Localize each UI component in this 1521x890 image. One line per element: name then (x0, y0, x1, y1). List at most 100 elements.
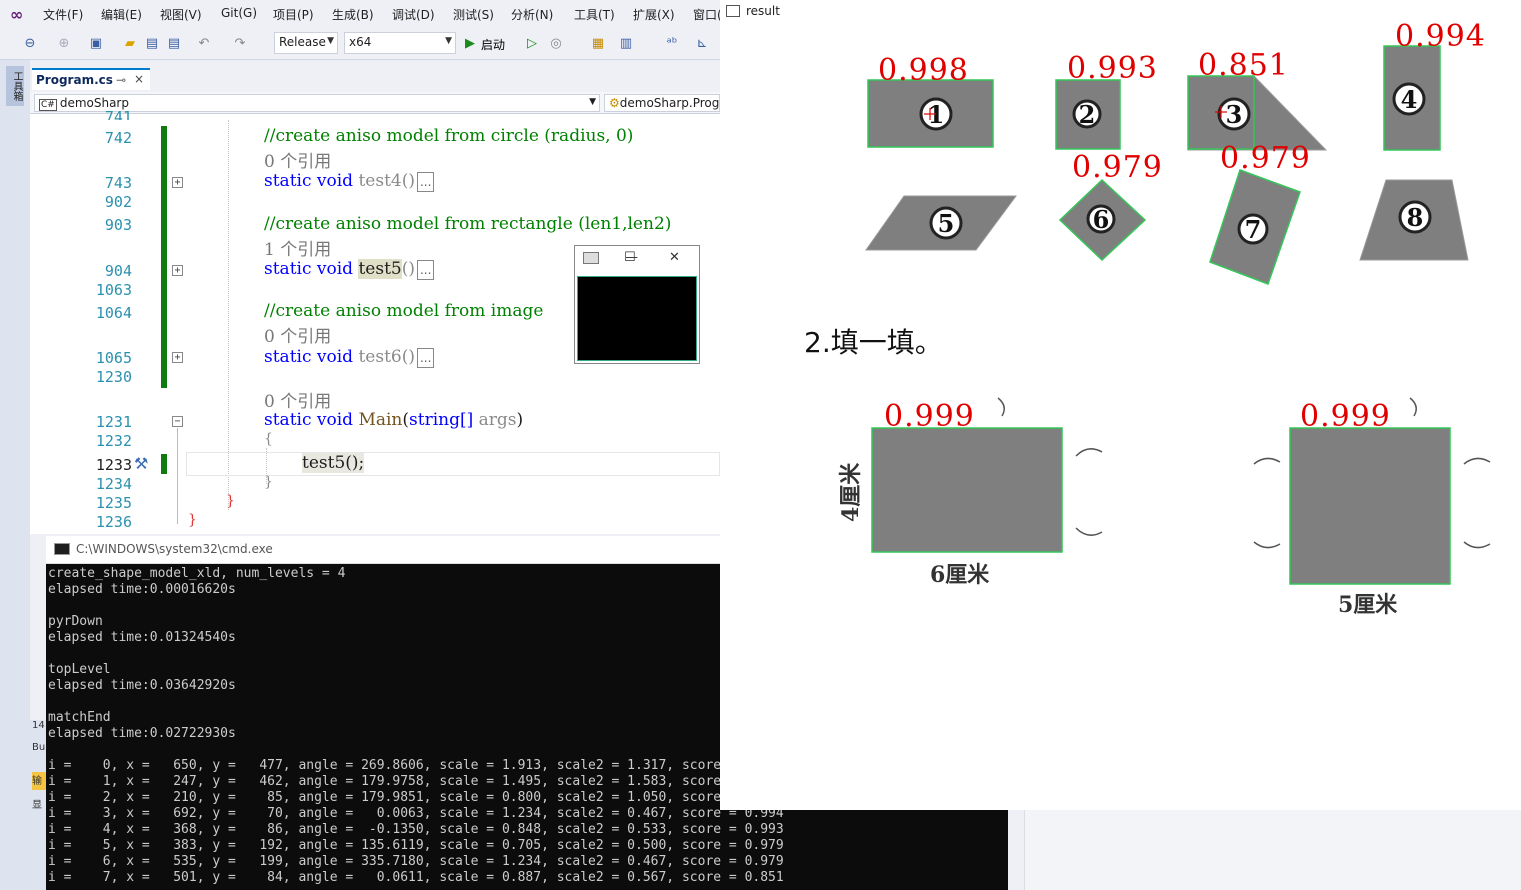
save-all-icon[interactable]: ▤ (166, 36, 182, 52)
menu-debug[interactable]: 调试(D) (392, 6, 435, 23)
pin-icon[interactable]: ⊸ (116, 73, 126, 87)
method-name: Main (358, 410, 403, 430)
fold-expand-icon[interactable]: + (172, 177, 183, 188)
code-comment: //create aniso model from image (264, 301, 544, 321)
close-icon[interactable]: × (134, 72, 144, 86)
start-icon[interactable]: ▶ (462, 36, 478, 52)
reference-count[interactable]: 1 个引用 (264, 235, 331, 260)
hot-reload-icon[interactable]: ◎ (548, 36, 564, 52)
console-line: matchEnd (48, 710, 111, 725)
worksheet-heading: 2.填一填。 (804, 326, 943, 359)
side-tag[interactable]: 显 (32, 796, 46, 814)
fold-expand-icon[interactable]: + (172, 265, 183, 276)
platform-dropdown[interactable]: x64 ▼ (344, 32, 456, 54)
shape-number: 5 (938, 209, 955, 238)
collapsed-block[interactable]: ... (416, 347, 435, 368)
redo-icon[interactable]: ↷ (232, 36, 248, 52)
menu-git[interactable]: Git(G) (221, 6, 257, 20)
configuration-dropdown[interactable]: Release ▼ (274, 32, 338, 54)
method-test5: static void test5()... (264, 259, 435, 280)
undo-icon[interactable]: ↶ (196, 36, 212, 52)
console-line: i = 1, x = 247, y = 462, angle = 179.975… (48, 774, 722, 789)
visual-studio-logo-icon[interactable]: ∞ (10, 5, 32, 24)
match-score: 0.993 (1067, 51, 1158, 86)
shape-number: 3 (1226, 100, 1243, 129)
menu-view[interactable]: 视图(V) (160, 6, 202, 23)
method-main-signature: static void Main(string[] args) (264, 410, 523, 430)
shape-square-bottom-right (1289, 427, 1451, 585)
collapsed-block[interactable]: ... (416, 171, 435, 192)
console-title: C:\WINDOWS\system32\cmd.exe (76, 542, 273, 556)
code-comment: //create aniso model from rectangle (len… (264, 214, 672, 234)
menu-test[interactable]: 测试(S) (453, 6, 494, 23)
line-number: 1232 (95, 432, 132, 450)
line-number-current: 1233 (95, 456, 132, 474)
menu-file[interactable]: 文件(F) (43, 6, 83, 23)
graphics-window[interactable]: — (574, 245, 700, 364)
fold-line (177, 428, 178, 524)
console-titlebar[interactable]: C:\WINDOWS\system32\cmd.exe (46, 536, 720, 564)
console-line: i = 6, x = 535, y = 199, angle = 335.718… (48, 854, 784, 869)
result-canvas: 1 2 3 4 5 6 7 8 0.998 0.993 0.851 0.994 … (804, 19, 1491, 618)
side-tag[interactable]: Bu (32, 742, 46, 760)
keyword: static void (264, 410, 354, 430)
back-icon[interactable]: ⊖ (22, 36, 38, 52)
save-icon[interactable]: ▤ (144, 36, 160, 52)
fold-collapse-icon[interactable]: − (172, 416, 183, 427)
layout-icon[interactable]: ▥ (618, 36, 634, 52)
bracket-mark (1463, 457, 1491, 465)
match-score: 0.994 (1395, 19, 1486, 54)
keyword: static void (264, 259, 354, 279)
maximize-icon[interactable]: ☐ (624, 250, 636, 265)
menu-tools[interactable]: 工具(T) (574, 6, 615, 23)
spell-check-icon[interactable]: ᵃᵇ (664, 36, 680, 52)
result-window[interactable]: 1 2 3 4 5 6 7 8 0.998 0.993 0.851 0.994 … (720, 0, 1521, 810)
menu-analyze[interactable]: 分析(N) (511, 6, 553, 23)
console-line: i = 5, x = 383, y = 192, angle = 135.611… (48, 838, 784, 853)
side-tag[interactable]: 14 (32, 720, 46, 738)
toolbox-tab[interactable]: 工具箱 (6, 66, 24, 106)
code-comment: //create aniso model from circle (radius… (264, 126, 634, 146)
open-folder-icon[interactable]: ▰ (122, 36, 138, 52)
collapsed-block[interactable]: ... (416, 259, 435, 280)
forward-icon[interactable]: ⊕ (56, 36, 72, 52)
class-dropdown[interactable]: ⚙demoSharp.Prog (604, 94, 720, 112)
console-line: i = 0, x = 650, y = 477, angle = 269.860… (48, 758, 722, 773)
step-icon[interactable]: ⊾ (694, 36, 710, 52)
class-icon: ⚙ (609, 96, 620, 110)
bracket-mark (1409, 397, 1417, 417)
side-tag-output[interactable]: 输 (32, 772, 46, 790)
line-number: 904 (104, 262, 132, 280)
method-test6: static void test6()... (264, 347, 435, 368)
reference-count[interactable]: 0 个引用 (264, 147, 331, 172)
start-button[interactable]: 启动 (481, 36, 505, 53)
brace-close: } (188, 512, 197, 528)
shape-number: 7 (1245, 215, 1262, 244)
new-project-icon[interactable]: ▣ (88, 36, 104, 52)
menu-project[interactable]: 项目(P) (273, 6, 314, 23)
match-score: 0.998 (878, 53, 969, 88)
shape-number: 4 (1401, 85, 1418, 114)
line-number: 742 (104, 129, 132, 147)
menu-build[interactable]: 生成(B) (332, 6, 374, 23)
line-number: 1230 (95, 368, 132, 386)
bracket-mark (1463, 541, 1491, 549)
black-canvas (577, 276, 697, 361)
console-line: pyrDown (48, 614, 103, 629)
quick-actions-screwdriver-icon[interactable]: ⚒ (134, 454, 148, 473)
reference-count[interactable]: 0 个引用 (264, 322, 331, 347)
paren: ) (516, 410, 524, 430)
start-without-debug-icon[interactable]: ▷ (524, 36, 540, 52)
configuration-value: Release (279, 35, 326, 49)
close-icon[interactable]: ✕ (669, 250, 680, 265)
folder-icon[interactable]: ▦ (590, 36, 606, 52)
reference-count[interactable]: 0 个引用 (264, 387, 331, 412)
menu-edit[interactable]: 编辑(E) (101, 6, 142, 23)
tab-program-cs[interactable]: Program.cs ⊸ × (32, 68, 150, 90)
chevron-down-icon: ▼ (445, 36, 452, 46)
menu-extensions[interactable]: 扩展(X) (633, 6, 675, 23)
match-score: 0.979 (1220, 141, 1311, 176)
result-window-title[interactable]: result (726, 4, 780, 18)
fold-expand-icon[interactable]: + (172, 352, 183, 363)
menu-window[interactable]: 窗口( (693, 6, 722, 23)
